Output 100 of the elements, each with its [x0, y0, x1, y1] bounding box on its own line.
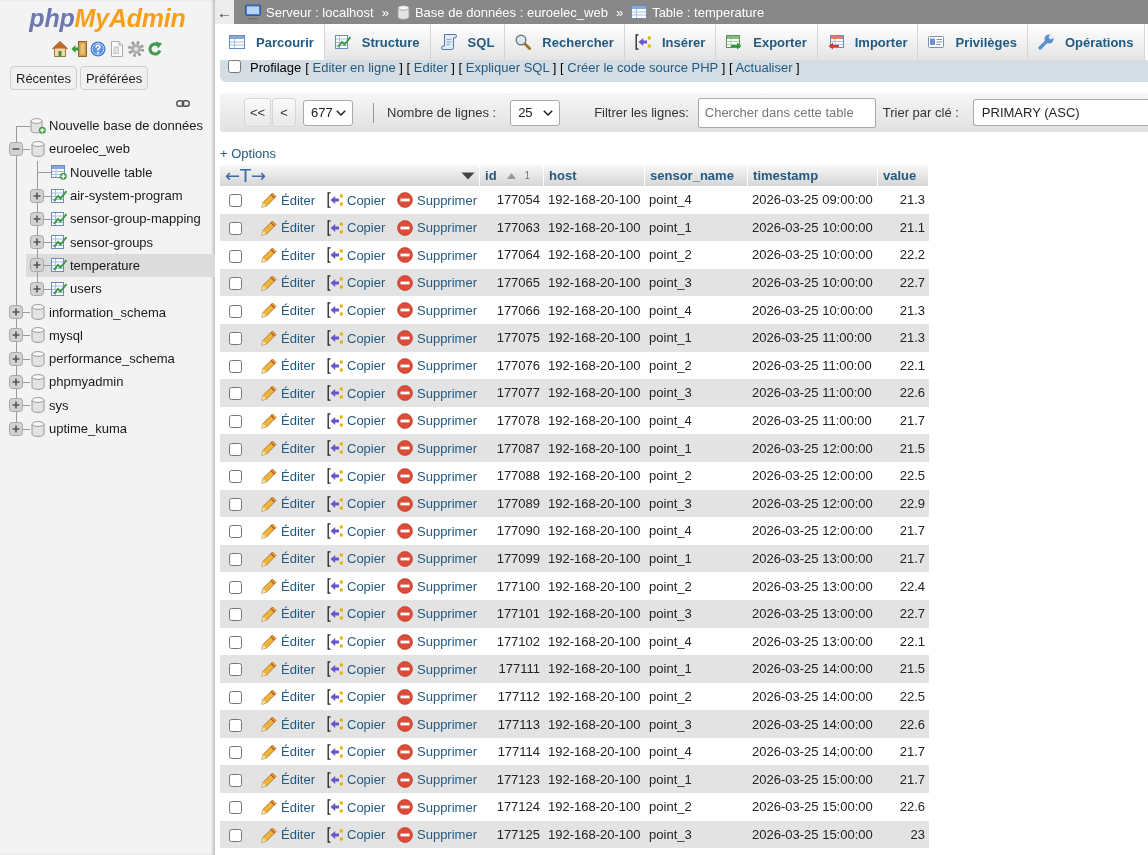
edit-link[interactable]: Éditer: [261, 302, 315, 319]
tab[interactable]: Exporter: [716, 24, 818, 60]
copy-link[interactable]: Copier: [327, 219, 386, 236]
delete-link[interactable]: Supprimer: [397, 219, 477, 236]
edit-link[interactable]: Éditer: [261, 716, 315, 733]
delete-link[interactable]: Supprimer: [397, 385, 477, 402]
delete-link[interactable]: Supprimer: [397, 633, 477, 650]
delete-link[interactable]: Supprimer: [397, 716, 477, 733]
delete-link[interactable]: Supprimer: [397, 192, 477, 209]
query-action-link[interactable]: Editer: [413, 60, 448, 75]
help-icon[interactable]: [90, 41, 106, 57]
row-checkbox[interactable]: [228, 415, 242, 429]
door-arrow-icon[interactable]: [71, 41, 87, 57]
column-header[interactable]: timestamp: [753, 168, 819, 183]
column-header[interactable]: value: [883, 168, 917, 183]
copy-link[interactable]: Copier: [327, 661, 386, 678]
delete-link[interactable]: Supprimer: [397, 495, 477, 512]
copy-link[interactable]: Copier: [327, 412, 386, 429]
row-checkbox[interactable]: [228, 663, 242, 677]
row-checkbox[interactable]: [228, 580, 242, 594]
edit-link[interactable]: Éditer: [261, 771, 315, 788]
edit-link[interactable]: Éditer: [261, 523, 315, 540]
edit-link[interactable]: Éditer: [261, 219, 315, 236]
column-header[interactable]: host: [549, 168, 577, 183]
tree-item[interactable]: air-system-program: [70, 188, 183, 204]
edit-link[interactable]: Éditer: [261, 192, 315, 209]
row-checkbox[interactable]: [228, 525, 242, 539]
edit-link[interactable]: Éditer: [261, 357, 315, 374]
breadcrumb-link[interactable]: Base de données : euroelec_web: [414, 4, 608, 20]
row-checkbox[interactable]: [228, 691, 242, 704]
copy-link[interactable]: Copier: [327, 357, 386, 374]
copy-link[interactable]: Copier: [327, 440, 386, 457]
query-action-link[interactable]: Expliquer SQL: [465, 60, 550, 75]
reload-icon[interactable]: [147, 41, 163, 57]
delete-link[interactable]: Supprimer: [397, 330, 477, 347]
row-checkbox[interactable]: [228, 801, 242, 815]
recent-button[interactable]: Récentes: [10, 66, 77, 90]
plus-icon[interactable]: [9, 351, 23, 366]
filter-field[interactable]: Chercher dans cette table: [697, 97, 876, 128]
row-checkbox[interactable]: [228, 746, 242, 760]
plus-icon[interactable]: [9, 398, 23, 413]
tree-item[interactable]: uptime_kuma: [49, 421, 128, 436]
previous-page-button[interactable]: <: [272, 98, 296, 127]
edit-link[interactable]: Éditer: [261, 440, 315, 457]
row-checkbox[interactable]: [228, 553, 242, 567]
edit-link[interactable]: Éditer: [261, 633, 315, 650]
copy-link[interactable]: Copier: [327, 495, 386, 512]
settings-icon[interactable]: [128, 41, 144, 57]
page-select[interactable]: 677: [303, 99, 353, 126]
tree-item[interactable]: sensor-group-mapping: [70, 211, 201, 227]
copy-link[interactable]: Copier: [327, 330, 386, 347]
copy-link[interactable]: Copier: [327, 385, 386, 402]
tab[interactable]: Rechercher: [505, 24, 625, 60]
edit-link[interactable]: Éditer: [261, 330, 315, 347]
caret-down-icon[interactable]: [461, 171, 476, 180]
row-checkbox[interactable]: [228, 221, 242, 235]
delete-link[interactable]: Supprimer: [397, 357, 477, 374]
query-action-link[interactable]: Créer le code source PHP: [567, 60, 719, 75]
tree-item[interactable]: information_schema: [49, 304, 167, 320]
breadcrumb-link[interactable]: Table : temperature: [652, 4, 765, 20]
delete-link[interactable]: Supprimer: [397, 247, 477, 264]
favorites-button[interactable]: Préférées: [79, 66, 149, 90]
delete-link[interactable]: Supprimer: [397, 523, 477, 540]
copy-link[interactable]: Copier: [327, 606, 386, 622]
row-checkbox[interactable]: [228, 773, 242, 787]
tree-item[interactable]: Nouvelle base de données: [49, 118, 203, 134]
delete-link[interactable]: Supprimer: [397, 661, 477, 678]
tree-item[interactable]: Nouvelle table: [70, 164, 153, 180]
collapse-button[interactable]: ←: [215, 0, 234, 24]
plus-icon[interactable]: [30, 211, 44, 226]
logo[interactable]: phpMyAdmin: [29, 4, 186, 32]
row-checkbox[interactable]: [228, 249, 242, 263]
tree-item[interactable]: users: [70, 281, 102, 297]
copy-link[interactable]: Copier: [327, 274, 386, 291]
plus-icon[interactable]: [9, 421, 23, 436]
plus-icon[interactable]: [30, 258, 44, 273]
delete-link[interactable]: Supprimer: [397, 743, 477, 760]
row-checkbox[interactable]: [228, 442, 242, 456]
edit-link[interactable]: Éditer: [261, 606, 315, 622]
edit-link[interactable]: Éditer: [261, 578, 315, 595]
home-icon[interactable]: [52, 41, 68, 57]
edit-link[interactable]: Éditer: [261, 412, 315, 429]
edit-link[interactable]: Éditer: [261, 468, 315, 484]
tree-item[interactable]: mysql: [49, 327, 83, 343]
copy-link[interactable]: Copier: [327, 550, 386, 567]
edit-link[interactable]: Éditer: [261, 247, 315, 264]
row-checkbox[interactable]: [228, 194, 242, 208]
copy-link[interactable]: Copier: [327, 302, 386, 319]
tree-item[interactable]: temperature: [70, 257, 141, 273]
copy-link[interactable]: Copier: [327, 799, 386, 816]
row-checkbox[interactable]: [228, 635, 242, 649]
row-checkbox[interactable]: [228, 718, 242, 732]
delete-link[interactable]: Supprimer: [397, 578, 477, 595]
row-checkbox[interactable]: [228, 497, 242, 511]
edit-link[interactable]: Éditer: [261, 550, 315, 567]
rows-select[interactable]: 25: [510, 99, 561, 126]
copy-link[interactable]: Copier: [327, 468, 386, 484]
delete-link[interactable]: Supprimer: [397, 550, 477, 567]
row-checkbox[interactable]: [228, 608, 242, 622]
chain-link-icon[interactable]: [176, 100, 190, 107]
